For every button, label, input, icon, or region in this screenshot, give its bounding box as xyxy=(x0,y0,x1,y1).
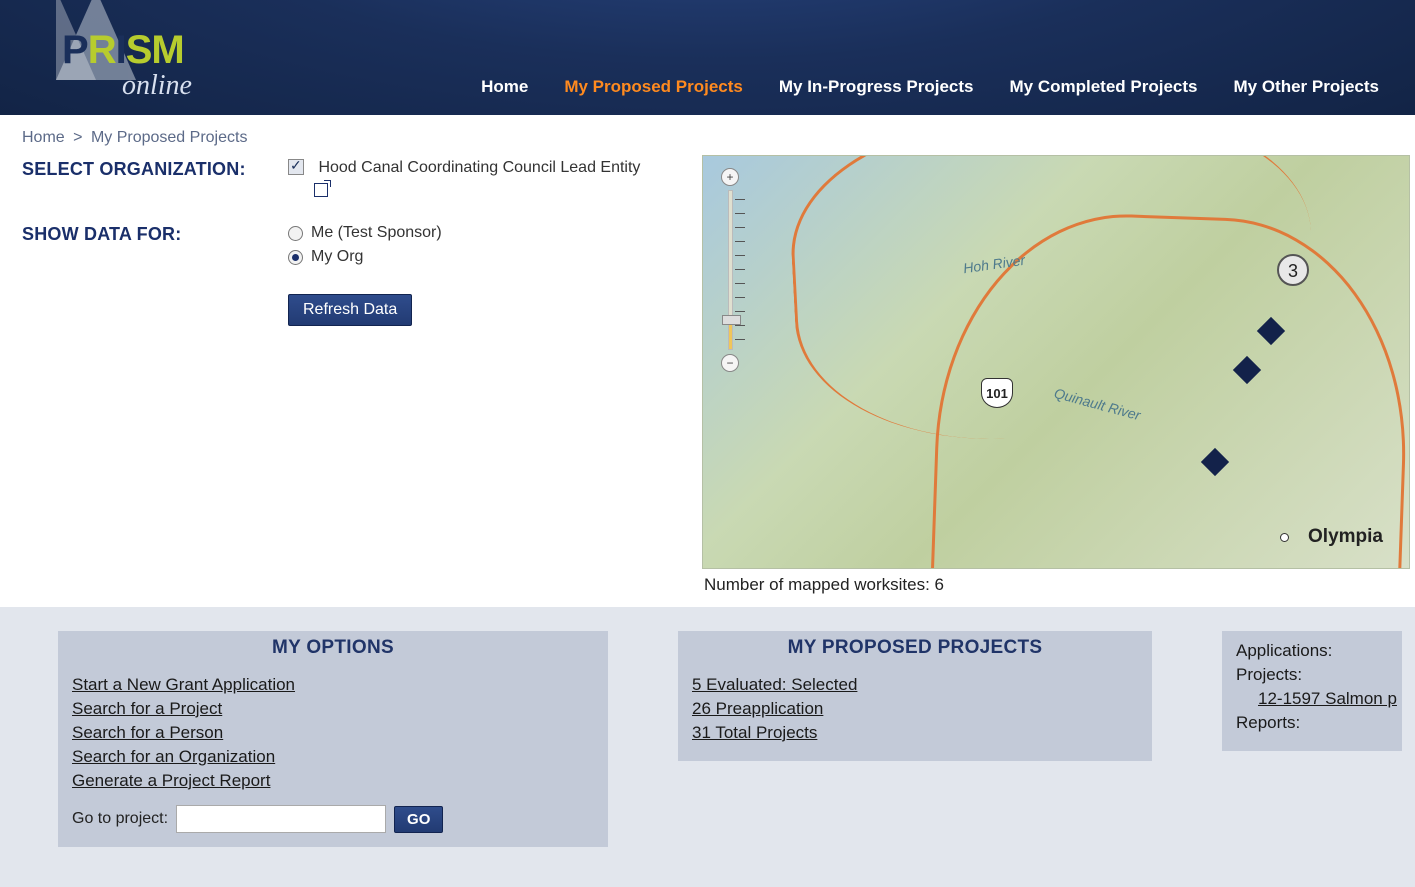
breadcrumb-home[interactable]: Home xyxy=(22,129,65,146)
select-organization-label: SELECT ORGANIZATION: xyxy=(22,159,288,202)
panel-my-proposed-title: MY PROPOSED PROJECTS xyxy=(678,631,1152,665)
breadcrumb: Home > My Proposed Projects xyxy=(0,115,1415,155)
goto-project-label: Go to project: xyxy=(72,810,168,828)
link-total-projects[interactable]: 31 Total Projects xyxy=(692,723,1138,743)
refresh-data-button[interactable]: Refresh Data xyxy=(288,294,412,326)
link-preapplication[interactable]: 26 Preapplication xyxy=(692,699,1138,719)
logo-text-prism: PRISM xyxy=(62,28,184,73)
radio-me-label: Me (Test Sponsor) xyxy=(311,224,442,242)
map-caption: Number of mapped worksites: 6 xyxy=(702,569,1415,595)
map-cluster-marker[interactable]: 3 xyxy=(1277,254,1309,286)
go-button[interactable]: GO xyxy=(394,806,443,833)
radio-myorg-label: My Org xyxy=(311,248,363,266)
city-marker-icon xyxy=(1280,533,1289,542)
nav-completed-projects[interactable]: My Completed Projects xyxy=(1010,77,1198,97)
zoom-in-button[interactable]: + xyxy=(721,168,739,186)
nav-home[interactable]: Home xyxy=(481,77,528,97)
header: PRISM online Home My Proposed Projects M… xyxy=(0,0,1415,115)
link-evaluated-selected[interactable]: 5 Evaluated: Selected xyxy=(692,675,1138,695)
goto-project-input[interactable] xyxy=(176,805,386,833)
radio-myorg[interactable] xyxy=(288,250,303,265)
filter-panel: SELECT ORGANIZATION: Hood Canal Coordina… xyxy=(22,155,692,348)
map-wrap: + − 101 3 Hoh River xyxy=(702,155,1415,595)
panel-my-options-title: MY OPTIONS xyxy=(58,631,608,665)
side-reports-label: Reports: xyxy=(1236,713,1398,733)
org-checkbox[interactable] xyxy=(288,159,304,175)
link-new-grant-application[interactable]: Start a New Grant Application xyxy=(72,675,594,695)
nav-proposed-projects[interactable]: My Proposed Projects xyxy=(564,77,743,97)
bottom-panels: MY OPTIONS Start a New Grant Application… xyxy=(0,607,1415,887)
zoom-slider[interactable] xyxy=(728,190,733,350)
link-search-organization[interactable]: Search for an Organization xyxy=(72,747,594,767)
zoom-out-button[interactable]: − xyxy=(721,354,739,372)
side-projects-label: Projects: xyxy=(1236,665,1398,685)
zoom-control: + − xyxy=(719,168,741,372)
top-nav: Home My Proposed Projects My In-Progress… xyxy=(481,77,1415,97)
org-name: Hood Canal Coordinating Council Lead Ent… xyxy=(318,159,640,176)
link-search-person[interactable]: Search for a Person xyxy=(72,723,594,743)
highway-shield-icon: 101 xyxy=(981,378,1013,408)
breadcrumb-current: My Proposed Projects xyxy=(91,129,248,146)
map[interactable]: + − 101 3 Hoh River xyxy=(702,155,1410,569)
breadcrumb-sep: > xyxy=(73,129,82,146)
logo: PRISM online xyxy=(28,0,208,110)
city-label: Olympia xyxy=(1308,526,1383,548)
side-project-link[interactable]: 12-1597 Salmon p xyxy=(1258,689,1398,709)
link-generate-report[interactable]: Generate a Project Report xyxy=(72,771,594,791)
side-applications-label: Applications: xyxy=(1236,641,1398,661)
radio-me[interactable] xyxy=(288,226,303,241)
nav-inprogress-projects[interactable]: My In-Progress Projects xyxy=(779,77,974,97)
link-search-project[interactable]: Search for a Project xyxy=(72,699,594,719)
external-link-icon[interactable] xyxy=(314,183,328,197)
panel-my-proposed-projects: MY PROPOSED PROJECTS 5 Evaluated: Select… xyxy=(678,631,1152,761)
panel-side: Applications: Projects: 12-1597 Salmon p… xyxy=(1222,631,1402,751)
main: SELECT ORGANIZATION: Hood Canal Coordina… xyxy=(0,155,1415,595)
zoom-handle[interactable] xyxy=(722,315,741,325)
nav-other-projects[interactable]: My Other Projects xyxy=(1234,77,1380,97)
panel-my-options: MY OPTIONS Start a New Grant Application… xyxy=(58,631,608,847)
logo-text-online: online xyxy=(122,70,192,102)
show-data-for-label: SHOW DATA FOR: xyxy=(22,224,288,272)
